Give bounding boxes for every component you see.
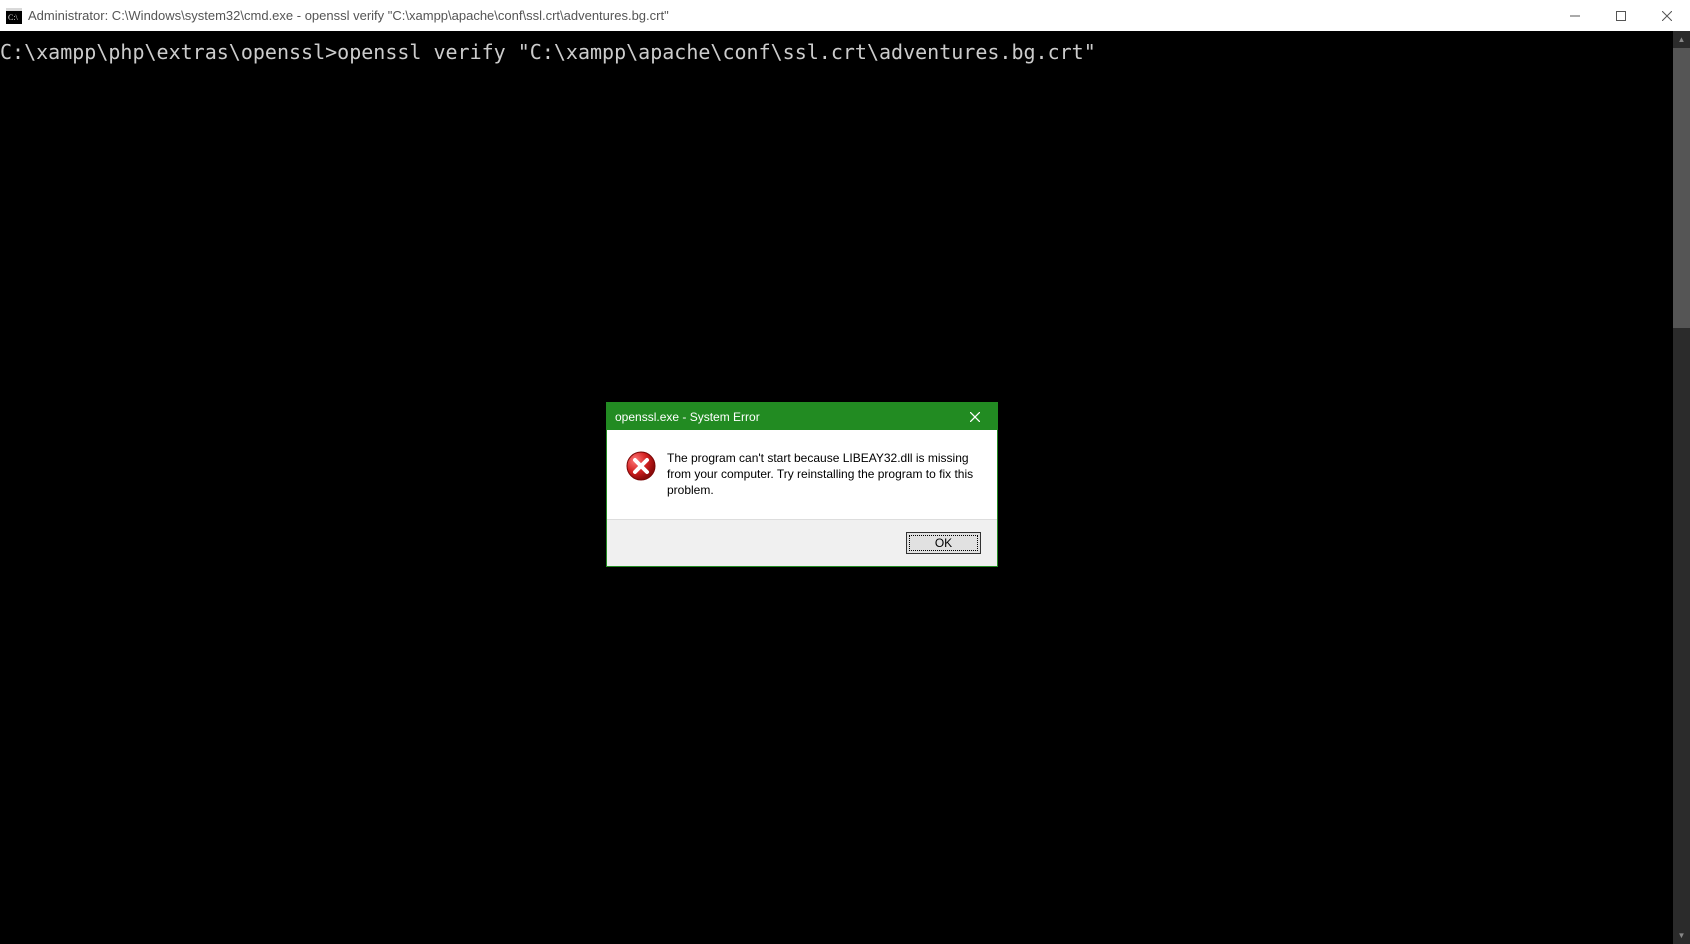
svg-text:C:\: C:\: [8, 13, 19, 22]
dialog-body: The program can't start because LIBEAY32…: [607, 430, 997, 519]
close-button[interactable]: [1644, 0, 1690, 31]
dialog-close-button[interactable]: [952, 403, 997, 430]
window-title: Administrator: C:\Windows\system32\cmd.e…: [28, 8, 669, 23]
terminal-area: C:\xampp\php\extras\openssl>openssl veri…: [0, 31, 1690, 944]
maximize-button[interactable]: [1598, 0, 1644, 31]
error-icon: [625, 450, 657, 482]
cmd-icon: C:\: [6, 8, 22, 24]
terminal-line: C:\xampp\php\extras\openssl>openssl veri…: [0, 40, 1096, 64]
dialog-titlebar[interactable]: openssl.exe - System Error: [607, 403, 997, 430]
window-controls: [1552, 0, 1690, 31]
dialog-title: openssl.exe - System Error: [615, 410, 952, 424]
dialog-footer: OK: [607, 519, 997, 566]
ok-button-label: OK: [935, 536, 952, 550]
vertical-scrollbar[interactable]: ▲ ▼: [1673, 31, 1690, 944]
scrollbar-thumb[interactable]: [1673, 48, 1690, 328]
dialog-message: The program can't start because LIBEAY32…: [667, 450, 979, 499]
ok-button[interactable]: OK: [906, 532, 981, 554]
error-dialog: openssl.exe - System Error: [606, 402, 998, 567]
scroll-down-arrow-icon[interactable]: ▼: [1673, 927, 1690, 944]
cmd-titlebar: C:\ Administrator: C:\Windows\system32\c…: [0, 0, 1690, 31]
minimize-button[interactable]: [1552, 0, 1598, 31]
scroll-up-arrow-icon[interactable]: ▲: [1673, 31, 1690, 48]
